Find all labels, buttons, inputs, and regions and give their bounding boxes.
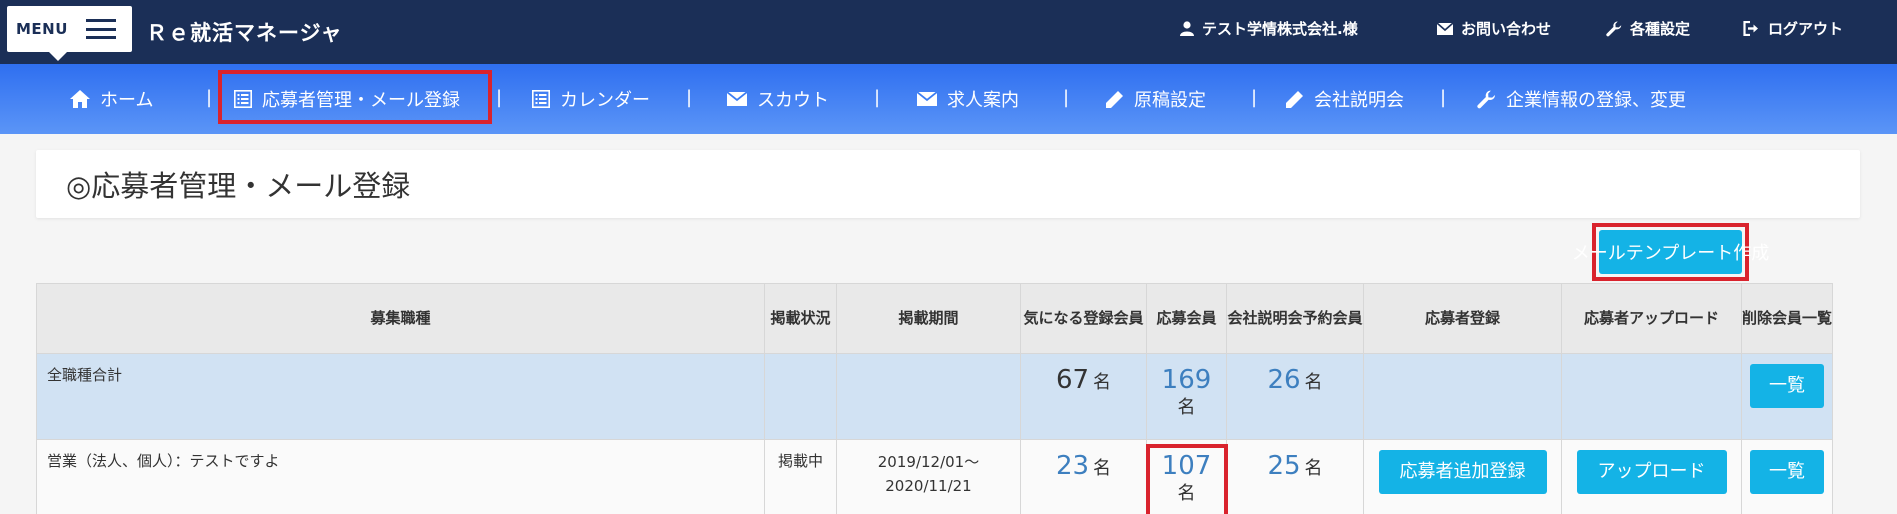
nav-item-label: 会社説明会 <box>1314 90 1404 111</box>
nav-item-manuscript[interactable]: 原稿設定 <box>1105 64 1206 134</box>
empty-cell <box>1363 353 1562 440</box>
interested-number[interactable]: 23 <box>1056 451 1089 481</box>
unit-label: 名 <box>1093 372 1112 393</box>
column-header: 応募者登録 <box>1363 283 1562 354</box>
column-header: 掲載状況 <box>764 283 837 354</box>
nav-separator: | <box>1251 87 1258 108</box>
top-bar: MENU Ｒｅ就活マネージャ テスト学情株式会社.様 お問い合わせ 各種設定 ロ… <box>0 0 1897 64</box>
wrench-icon <box>1477 90 1496 108</box>
interested-count: 67 名 <box>1021 354 1146 397</box>
nav-item-label: 原稿設定 <box>1134 90 1206 111</box>
deleted-members-list-button[interactable]: 一覧 <box>1750 364 1824 408</box>
table-row: 営業（法人、個人）：テストですよ 掲載中 2019/12/01～2020/11/… <box>36 439 1833 514</box>
column-header: 気になる登録会員 <box>1020 283 1147 354</box>
nav-item-label: カレンダー <box>560 90 650 111</box>
briefing-count[interactable]: 26 名 <box>1227 354 1363 397</box>
user-icon <box>1180 21 1194 36</box>
nav-item-label: 企業情報の登録、変更 <box>1506 90 1686 111</box>
unit-label: 名 <box>1093 458 1112 479</box>
nav-item-home[interactable]: ホーム <box>70 64 153 134</box>
highlight-nav-applicant <box>218 70 492 124</box>
page-title: ◎応募者管理・メール登録 <box>36 150 1860 218</box>
upload-applicants-button[interactable]: アップロード <box>1576 450 1727 494</box>
menu-label: MENU <box>16 20 68 38</box>
listing-status: 掲載中 <box>777 452 823 470</box>
table-header-row: 募集職種 掲載状況 掲載期間 気になる登録会員 応募会員 会社説明会予約会員 応… <box>36 283 1833 354</box>
nav-item-scout[interactable]: スカウト <box>727 64 829 134</box>
nav-item-calendar[interactable]: カレンダー <box>532 64 650 134</box>
create-mail-template-button[interactable]: メールテンプレート作成 <box>1572 230 1769 274</box>
column-header: 削除会員一覧 <box>1741 283 1833 354</box>
settings-label: 各種設定 <box>1630 20 1691 38</box>
column-header: 会社説明会予約会員 <box>1226 283 1364 354</box>
pencil-icon <box>1106 90 1123 108</box>
listing-period <box>837 354 1020 364</box>
user-account-link[interactable]: テスト学情株式会社.様 <box>1180 18 1358 39</box>
app-title: Ｒｅ就活マネージャ <box>146 21 343 45</box>
list-icon <box>532 90 550 108</box>
listing-period: 2019/12/01～2020/11/21 <box>877 453 980 495</box>
nav-separator: | <box>874 87 881 108</box>
briefing-number[interactable]: 26 <box>1267 365 1300 395</box>
column-header: 募集職種 <box>36 283 765 354</box>
menu-button[interactable]: MENU <box>7 6 132 61</box>
unit-label: 名 <box>1304 372 1323 393</box>
briefing-number[interactable]: 25 <box>1267 451 1300 481</box>
logout-link[interactable]: ログアウト <box>1743 18 1843 39</box>
job-title: 全職種合計 <box>47 366 123 384</box>
home-icon <box>70 90 90 108</box>
nav-item-label: 求人案内 <box>947 90 1019 111</box>
envelope-icon <box>917 92 937 106</box>
interested-number: 67 <box>1055 365 1090 395</box>
job-title: 営業（法人、個人）：テストですよ <box>47 452 280 470</box>
nav-item-job-info[interactable]: 求人案内 <box>917 64 1019 134</box>
nav-item-label: ホーム <box>100 90 154 111</box>
applicants-number[interactable]: 169 <box>1162 365 1212 395</box>
wrench-icon <box>1606 21 1622 36</box>
envelope-icon <box>727 92 747 106</box>
logout-icon <box>1743 21 1758 36</box>
pencil-icon <box>1286 90 1303 108</box>
settings-link[interactable]: 各種設定 <box>1606 18 1690 39</box>
applicant-table: 募集職種 掲載状況 掲載期間 気になる登録会員 応募会員 会社説明会予約会員 応… <box>36 283 1833 514</box>
add-applicant-button[interactable]: 応募者追加登録 <box>1378 450 1547 494</box>
nav-separator: | <box>1063 87 1070 108</box>
column-header: 掲載期間 <box>836 283 1021 354</box>
contact-link[interactable]: お問い合わせ <box>1437 18 1551 39</box>
unit-label: 名 <box>1304 458 1323 479</box>
unit-label: 名 <box>1177 396 1196 418</box>
nav-separator: | <box>206 87 213 108</box>
nav-item-company-info[interactable]: 企業情報の登録、変更 <box>1477 64 1686 134</box>
deleted-members-list-button[interactable]: 一覧 <box>1750 450 1824 494</box>
empty-cell <box>1561 353 1742 440</box>
table-row-total: 全職種合計 67 名 169 名 26 名 一覧 <box>36 353 1833 440</box>
interested-count[interactable]: 23 名 <box>1021 440 1146 483</box>
briefing-count[interactable]: 25 名 <box>1227 440 1363 483</box>
applicants-count[interactable]: 169 名 <box>1147 354 1226 419</box>
envelope-icon <box>1437 22 1453 35</box>
column-header: 応募会員 <box>1146 283 1227 354</box>
nav-separator: | <box>686 87 693 108</box>
highlight-applicants-count <box>1146 444 1228 514</box>
column-header: 応募者アップロード <box>1561 283 1742 354</box>
hamburger-icon <box>85 19 116 39</box>
nav-item-label: スカウト <box>757 90 829 111</box>
contact-label: お問い合わせ <box>1461 20 1552 38</box>
logout-label: ログアウト <box>1768 20 1844 38</box>
listing-status <box>765 354 836 374</box>
user-name: テスト学情株式会社.様 <box>1202 20 1358 38</box>
nav-separator: | <box>496 87 503 108</box>
nav-item-briefing[interactable]: 会社説明会 <box>1285 64 1404 134</box>
nav-separator: | <box>1440 87 1447 108</box>
